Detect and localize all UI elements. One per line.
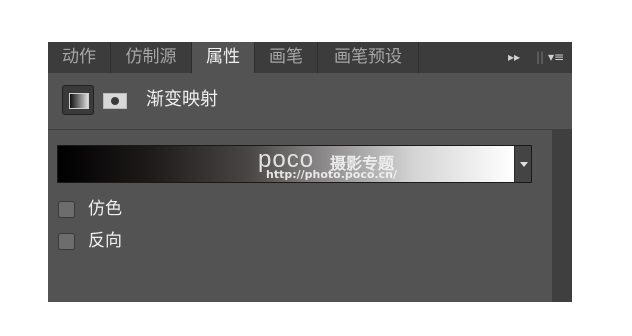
adjustment-title: 渐变映射 bbox=[146, 89, 218, 110]
panel-menu-icon[interactable]: ▾≡ bbox=[548, 42, 564, 73]
tab-clone-source[interactable]: 仿制源 bbox=[111, 42, 192, 73]
chevron-down-icon bbox=[520, 162, 528, 167]
gradient-map-adjustment-icon[interactable] bbox=[62, 85, 94, 115]
watermark-url: http://photo.poco.cn/ bbox=[266, 168, 397, 181]
divider bbox=[48, 129, 572, 130]
dither-label: 仿色 bbox=[88, 199, 122, 219]
gradient-dropdown-button[interactable] bbox=[514, 145, 532, 183]
layer-mask-icon[interactable] bbox=[100, 85, 132, 115]
gradient-swatch-icon bbox=[69, 93, 89, 109]
grip-divider: || bbox=[536, 50, 545, 64]
tab-actions[interactable]: 动作 bbox=[48, 42, 111, 73]
tab-properties[interactable]: 属性 bbox=[192, 42, 255, 73]
collapse-panel-icon[interactable]: ▸▸ bbox=[508, 42, 520, 73]
scrollbar[interactable] bbox=[552, 130, 572, 302]
dither-checkbox[interactable] bbox=[58, 201, 75, 218]
properties-panel: 动作 仿制源 属性 画笔 画笔预设 ▸▸ || ▾≡ 渐变映射 poco 摄影专… bbox=[48, 42, 572, 302]
tab-brush[interactable]: 画笔 bbox=[255, 42, 318, 73]
mask-dot bbox=[111, 97, 119, 105]
panel-tab-bar: 动作 仿制源 属性 画笔 画笔预设 ▸▸ || ▾≡ bbox=[48, 42, 572, 73]
gradient-picker[interactable]: poco 摄影专题 http://photo.poco.cn/ bbox=[57, 145, 515, 183]
tab-brush-presets[interactable]: 画笔预设 bbox=[318, 42, 419, 73]
reverse-checkbox[interactable] bbox=[58, 233, 75, 250]
adjustment-header: 渐变映射 bbox=[48, 73, 572, 129]
reverse-label: 反向 bbox=[88, 231, 122, 251]
